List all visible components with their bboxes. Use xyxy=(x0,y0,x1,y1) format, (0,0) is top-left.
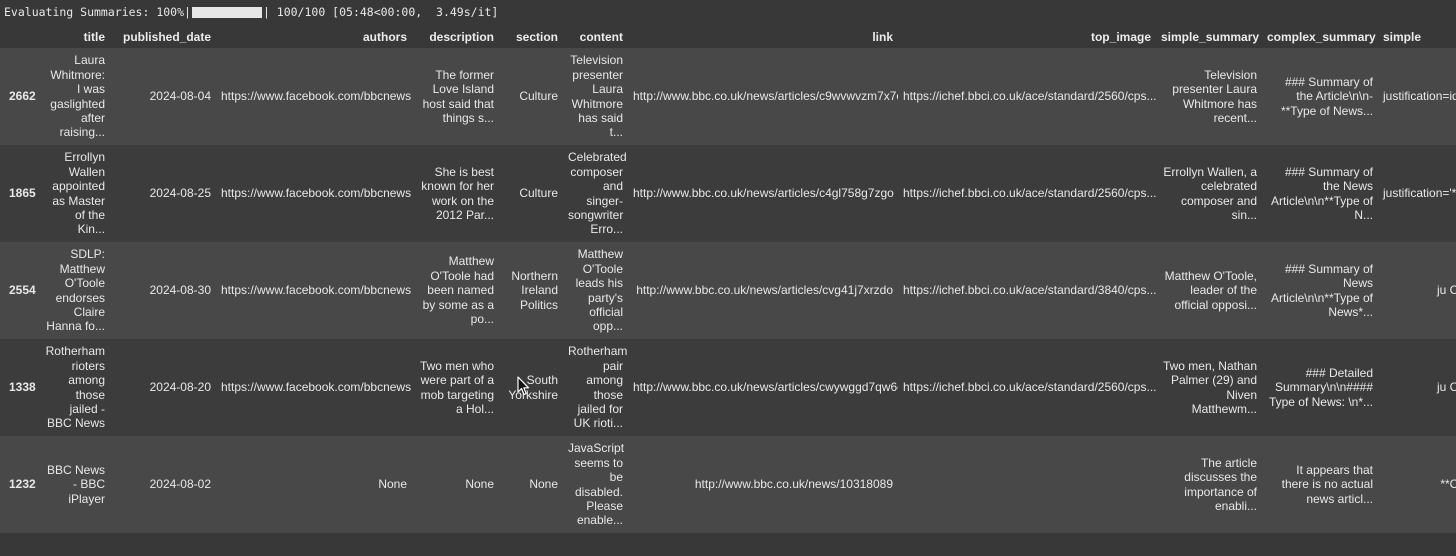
header-row: title published_date authors description… xyxy=(0,22,1456,48)
table-row: 1232 BBC News - BBC iPlayer 2024-08-02 N… xyxy=(0,436,1456,533)
cell-section: Culture xyxy=(499,48,563,145)
cell-section: Culture xyxy=(499,145,563,242)
cell-description: None xyxy=(412,436,499,533)
progress-line: Evaluating Summaries: 100%| | 100/100 [05… xyxy=(4,4,498,20)
header-content: content xyxy=(579,30,623,44)
row-index: 2554 xyxy=(0,242,40,339)
header-description: description xyxy=(429,30,494,44)
cell-simple-summary: Two men, Nathan Palmer (29) and Niven Ma… xyxy=(1156,339,1262,436)
cell-description: Two men who were part of a mob targeting… xyxy=(412,339,499,436)
cell-simple-summary: Television presenter Laura Whitmore has … xyxy=(1156,48,1262,145)
cell-simple-eval: ju Cate xyxy=(1378,339,1456,436)
cell-simple-summary: Errollyn Wallen, a celebrated composer a… xyxy=(1156,145,1262,242)
header-title: title xyxy=(83,30,105,44)
cell-simple-eval: justification=identi xyxy=(1378,48,1456,145)
dataframe-table: title published_date authors description… xyxy=(0,22,1456,533)
cell-complex-summary: ### Summary of News Article\n\n**Type of… xyxy=(1262,242,1378,339)
cell-content: Television presenter Laura Whitmore has … xyxy=(563,48,628,145)
header-complex-summary: complex_summary xyxy=(1267,30,1376,44)
cell-description: The former Love Island host said that th… xyxy=(412,48,499,145)
progress-stats: | 100/100 [05:48<00:00, 3.49s/it] xyxy=(262,5,499,19)
cell-simple-eval: **Cate xyxy=(1378,436,1456,533)
cell-link: http://www.bbc.co.uk/news/articles/c4gl7… xyxy=(628,145,898,242)
cell-description: Matthew O'Toole had been named by some a… xyxy=(412,242,499,339)
cell-top-image: https://ichef.bbci.co.uk/ace/standard/38… xyxy=(898,242,1156,339)
cell-content: Rotherham pair among those jailed for UK… xyxy=(563,339,628,436)
header-authors: authors xyxy=(362,30,407,44)
cell-top-image: https://ichef.bbci.co.uk/ace/standard/25… xyxy=(898,339,1156,436)
cell-section: South Yorkshire xyxy=(499,339,563,436)
cell-authors: None xyxy=(216,436,412,533)
table-row: 2662 Laura Whitmore: I was gaslighted af… xyxy=(0,48,1456,145)
header-simple-summary: simple_summary xyxy=(1161,30,1260,44)
cell-authors: https://www.facebook.com/bbcnews xyxy=(216,339,412,436)
header-simple-eval: simple xyxy=(1383,30,1422,44)
cell-complex-summary: ### Detailed Summary\n\n#### Type of New… xyxy=(1262,339,1378,436)
cell-title: Rotherham rioters among those jailed - B… xyxy=(40,339,110,436)
row-index: 2662 xyxy=(0,48,40,145)
row-index: 1232 xyxy=(0,436,40,533)
cell-complex-summary: It appears that there is no actual news … xyxy=(1262,436,1378,533)
cell-link: http://www.bbc.co.uk/news/articles/c9wvw… xyxy=(628,48,898,145)
cell-published-date: 2024-08-20 xyxy=(110,339,216,436)
cell-title: Laura Whitmore: I was gaslighted after r… xyxy=(40,48,110,145)
cell-authors: https://www.facebook.com/bbcnews xyxy=(216,145,412,242)
progress-label: Evaluating Summaries: 100%| xyxy=(4,5,191,19)
cell-top-image: https://ichef.bbci.co.uk/ace/standard/25… xyxy=(898,145,1156,242)
cell-link: http://www.bbc.co.uk/news/articles/cwywg… xyxy=(628,339,898,436)
cell-simple-eval: justification='** ar xyxy=(1378,145,1456,242)
cell-content: Matthew O'Toole leads his party's offici… xyxy=(563,242,628,339)
table-row: 1865 Errollyn Wallen appointed as Master… xyxy=(0,145,1456,242)
header-index xyxy=(0,22,40,48)
cell-published-date: 2024-08-25 xyxy=(110,145,216,242)
cell-title: Errollyn Wallen appointed as Master of t… xyxy=(40,145,110,242)
header-published-date: published_date xyxy=(122,30,211,44)
cell-authors: https://www.facebook.com/bbcnews xyxy=(216,242,412,339)
progress-bar xyxy=(191,6,262,18)
cell-authors: https://www.facebook.com/bbcnews xyxy=(216,48,412,145)
cell-top-image xyxy=(898,436,1156,533)
row-index: 1865 xyxy=(0,145,40,242)
cell-description: She is best known for her work on the 20… xyxy=(412,145,499,242)
header-section: section xyxy=(515,30,558,44)
cell-link: http://www.bbc.co.uk/news/10318089 xyxy=(628,436,898,533)
table-row: 2554 SDLP: Matthew O'Toole endorses Clai… xyxy=(0,242,1456,339)
cell-complex-summary: ### Summary of the Article\n\n- **Type o… xyxy=(1262,48,1378,145)
cell-content: JavaScript seems to be disabled. Please … xyxy=(563,436,628,533)
cell-simple-summary: The article discusses the importance of … xyxy=(1156,436,1262,533)
cell-section: None xyxy=(499,436,563,533)
mouse-pointer-icon xyxy=(517,376,530,396)
row-index: 1338 xyxy=(0,339,40,436)
cell-simple-eval: ju Cate xyxy=(1378,242,1456,339)
table-row: 1338 Rotherham rioters among those jaile… xyxy=(0,339,1456,436)
cell-published-date: 2024-08-30 xyxy=(110,242,216,339)
cell-content: Celebrated composer and singer-songwrite… xyxy=(563,145,628,242)
cell-published-date: 2024-08-02 xyxy=(110,436,216,533)
cell-section: Northern Ireland Politics xyxy=(499,242,563,339)
cell-top-image: https://ichef.bbci.co.uk/ace/standard/25… xyxy=(898,48,1156,145)
header-link: link xyxy=(872,30,893,44)
header-top-image: top_image xyxy=(1090,30,1151,44)
cell-link: http://www.bbc.co.uk/news/articles/cvg41… xyxy=(628,242,898,339)
cell-simple-summary: Matthew O'Toole, leader of the official … xyxy=(1156,242,1262,339)
cell-title: BBC News - BBC iPlayer xyxy=(40,436,110,533)
cell-published-date: 2024-08-04 xyxy=(110,48,216,145)
cell-title: SDLP: Matthew O'Toole endorses Claire Ha… xyxy=(40,242,110,339)
cell-complex-summary: ### Summary of the News Article\n\n**Typ… xyxy=(1262,145,1378,242)
